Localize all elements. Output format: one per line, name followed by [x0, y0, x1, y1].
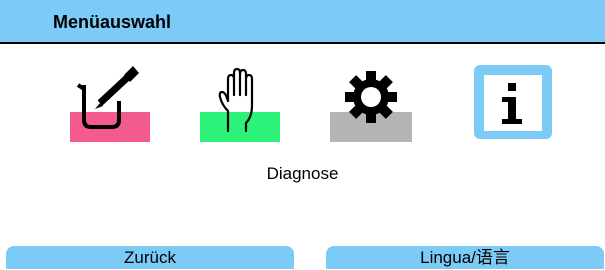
back-softkey[interactable]: Zurück	[6, 246, 294, 269]
page-title: Menüauswahl	[53, 12, 172, 32]
selected-menu-label: Diagnose	[266, 164, 339, 183]
gear-icon	[330, 71, 412, 142]
hand-icon	[200, 67, 280, 142]
menu-header: Menüauswahl	[0, 0, 605, 42]
menu-item-calibrate[interactable]	[200, 65, 282, 143]
header-divider	[0, 42, 605, 44]
info-icon	[474, 65, 552, 139]
menu-item-info[interactable]	[472, 65, 554, 143]
menu-item-config[interactable]	[330, 65, 412, 143]
beaker-pen-icon	[70, 66, 150, 142]
menu-item-measure[interactable]	[70, 65, 152, 143]
language-softkey[interactable]: Lingua/语言	[326, 246, 604, 269]
